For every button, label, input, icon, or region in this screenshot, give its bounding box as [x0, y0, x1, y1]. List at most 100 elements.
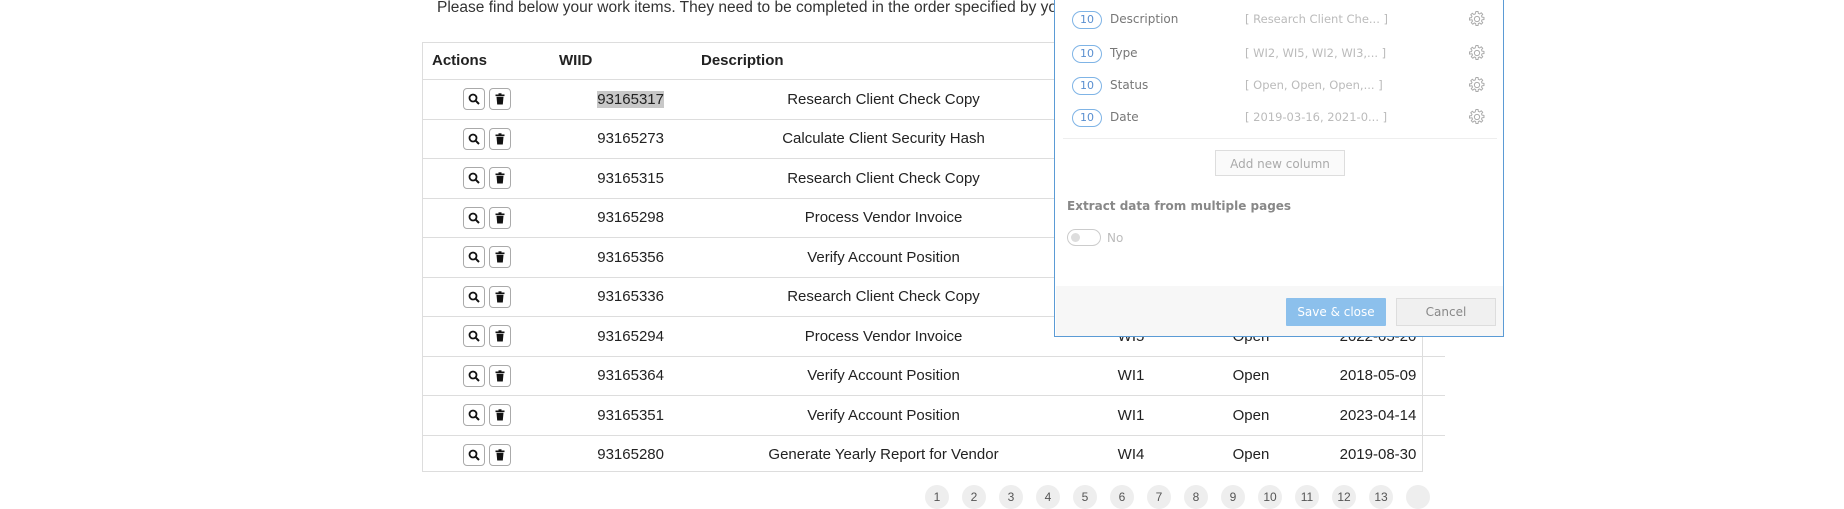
- wiid-value: 93165280: [597, 446, 664, 464]
- panel-divider: [1063, 138, 1497, 139]
- row-actions: [423, 356, 550, 396]
- row-status: Open: [1191, 395, 1311, 436]
- save-close-button[interactable]: Save & close: [1286, 298, 1386, 326]
- search-icon[interactable]: [462, 206, 485, 229]
- page-button[interactable]: 6: [1110, 485, 1134, 509]
- add-column-button[interactable]: Add new column: [1215, 150, 1345, 176]
- wiid-value: 93165317: [597, 90, 664, 108]
- page-button[interactable]: [1406, 485, 1430, 509]
- row-wiid: 93165351: [550, 395, 696, 436]
- trash-icon[interactable]: [488, 364, 511, 387]
- column-name[interactable]: Description: [1110, 12, 1178, 26]
- column-count-badge: 10: [1072, 77, 1102, 95]
- search-icon[interactable]: [462, 167, 485, 190]
- search-icon[interactable]: [462, 325, 485, 348]
- header-wiid: WIID: [550, 42, 696, 80]
- panel-footer: Save & close Cancel: [1056, 286, 1503, 336]
- row-description: Verify Account Position: [696, 237, 1071, 278]
- wiid-value: 93165298: [597, 209, 664, 227]
- data-extraction-panel: 10 Description [ Research Client Che... …: [1054, 0, 1504, 337]
- trash-icon[interactable]: [488, 206, 511, 229]
- row-date: 2023-04-14: [1311, 395, 1445, 436]
- row-type: WI1: [1071, 356, 1191, 396]
- row-actions: [423, 395, 550, 436]
- row-wiid: 93165315: [550, 158, 696, 199]
- trash-icon[interactable]: [488, 325, 511, 348]
- search-icon[interactable]: [462, 404, 485, 427]
- row-date: 2019-08-30: [1339, 446, 1417, 464]
- column-preview: [ 2019-03-16, 2021-0... ]: [1245, 110, 1388, 124]
- page-button[interactable]: 10: [1258, 485, 1282, 509]
- row-wiid: 93165356: [550, 237, 696, 278]
- page-button[interactable]: 11: [1295, 485, 1319, 509]
- wiid-value: 93165294: [597, 327, 664, 345]
- wiid-value: 93165364: [597, 367, 664, 385]
- trash-icon[interactable]: [488, 127, 511, 150]
- row-wiid: 93165280: [550, 435, 696, 474]
- trash-icon[interactable]: [488, 88, 511, 111]
- row-actions: [423, 79, 550, 120]
- cancel-button[interactable]: Cancel: [1396, 298, 1496, 326]
- column-count-badge: 10: [1072, 109, 1102, 127]
- row-actions: [423, 198, 550, 238]
- search-icon[interactable]: [462, 364, 485, 387]
- column-name[interactable]: Type: [1110, 46, 1138, 60]
- wiid-value: 93165273: [597, 130, 664, 148]
- column-preview: [ WI2, WI5, WI2, WI3,... ]: [1245, 46, 1387, 60]
- page-button[interactable]: 8: [1184, 485, 1208, 509]
- column-name[interactable]: Status: [1110, 78, 1148, 92]
- page-button[interactable]: 2: [962, 485, 986, 509]
- header-description: Description: [696, 42, 1071, 80]
- row-status: Open: [1191, 356, 1311, 396]
- row-description: Research Client Check Copy: [696, 277, 1071, 317]
- gear-icon[interactable]: [1468, 44, 1486, 66]
- wiid-value: 93165315: [597, 169, 664, 187]
- trash-icon[interactable]: [488, 167, 511, 190]
- page-button[interactable]: 13: [1369, 485, 1393, 509]
- row-actions: [423, 237, 550, 278]
- row-wiid: 93165298: [550, 198, 696, 238]
- trash-icon[interactable]: [488, 285, 511, 308]
- search-icon[interactable]: [462, 246, 485, 269]
- row-description: Process Vendor Invoice: [696, 198, 1071, 238]
- table-row: 93165364 Verify Account Position WI1 Open 20…: [423, 356, 1445, 396]
- trash-icon[interactable]: [488, 246, 511, 269]
- row-wiid: 93165273: [550, 119, 696, 159]
- row-wiid: 93165294: [550, 316, 696, 357]
- toggle-state-label: No: [1107, 231, 1124, 245]
- row-actions: [423, 119, 550, 159]
- page-button[interactable]: 7: [1147, 485, 1171, 509]
- column-count-badge: 10: [1072, 45, 1102, 63]
- row-actions: [423, 316, 550, 357]
- page-button[interactable]: 12: [1332, 485, 1356, 509]
- row-type: WI4: [1117, 446, 1145, 464]
- row-description: Calculate Client Security Hash: [696, 119, 1071, 159]
- search-icon[interactable]: [462, 88, 485, 111]
- row-description: Research Client Check Copy: [696, 158, 1071, 199]
- row-date: 2018-05-09: [1311, 356, 1445, 396]
- trash-icon[interactable]: [488, 404, 511, 427]
- page-button[interactable]: 5: [1073, 485, 1097, 509]
- gear-icon[interactable]: [1468, 76, 1486, 98]
- search-icon[interactable]: [462, 285, 485, 308]
- page-button[interactable]: 1: [925, 485, 949, 509]
- search-icon[interactable]: [462, 127, 485, 150]
- gear-icon[interactable]: [1468, 10, 1486, 32]
- multi-page-toggle[interactable]: [1067, 229, 1101, 246]
- column-preview: [ Research Client Che... ]: [1245, 12, 1388, 26]
- table-row: 93165351 Verify Account Position WI1 Open 20…: [423, 395, 1445, 436]
- page-button[interactable]: 3: [999, 485, 1023, 509]
- page-button[interactable]: 4: [1036, 485, 1060, 509]
- column-row-date: 10 Date [ 2019-03-16, 2021-0... ]: [1072, 109, 1500, 129]
- gear-icon[interactable]: [1468, 108, 1486, 130]
- page-button[interactable]: 9: [1221, 485, 1245, 509]
- row-wiid: 93165317: [550, 79, 696, 120]
- trash-icon[interactable]: [488, 443, 511, 466]
- row-description: Generate Yearly Report for Vendor: [768, 446, 999, 464]
- column-row-description: 10 Description [ Research Client Che... …: [1072, 11, 1500, 31]
- intro-text: Please find below your work items. They …: [437, 0, 1097, 16]
- wiid-value: 93165356: [597, 248, 664, 266]
- search-icon[interactable]: [462, 443, 485, 466]
- row-description: Research Client Check Copy: [696, 79, 1071, 120]
- column-name[interactable]: Date: [1110, 110, 1139, 124]
